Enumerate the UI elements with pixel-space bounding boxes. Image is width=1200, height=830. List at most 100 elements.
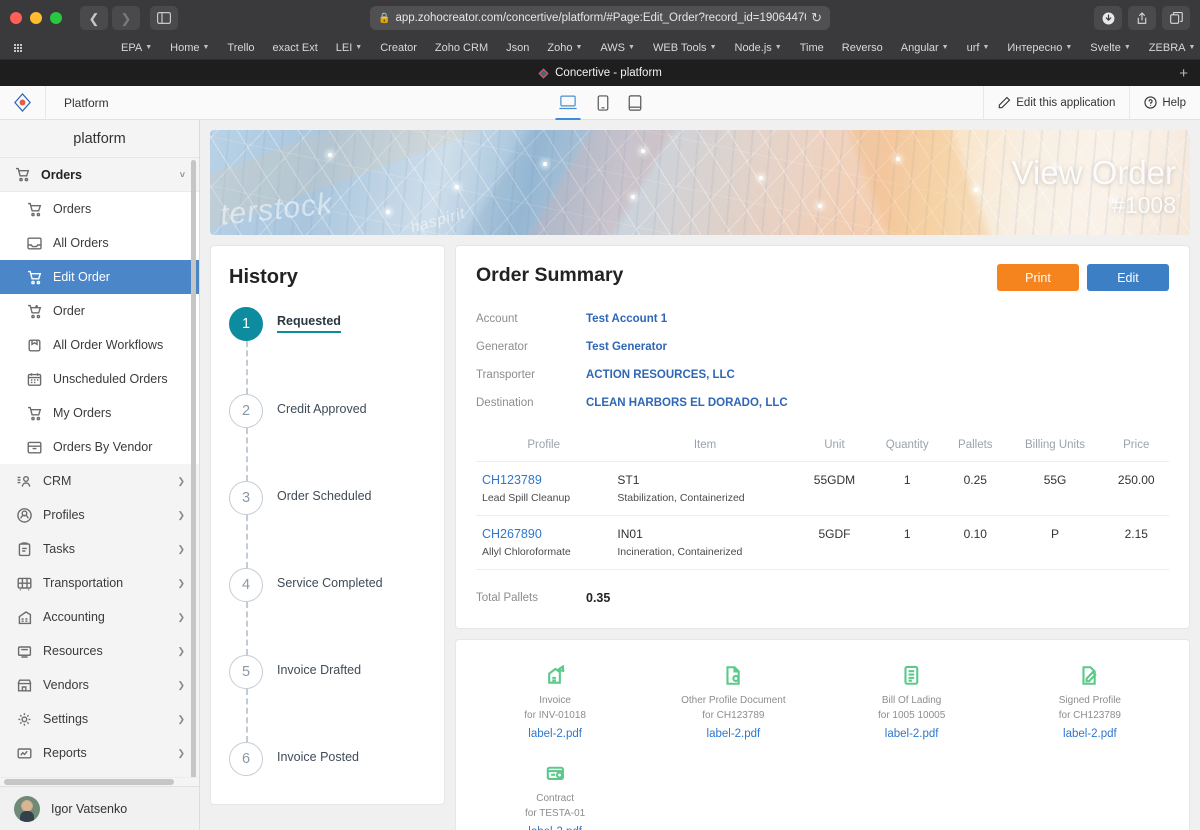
edit-button[interactable]: Edit [1087,264,1169,291]
bookmark--[interactable]: Интересно ▼ [998,42,1081,54]
apps-grid-icon[interactable] [14,43,22,52]
sidebar-item-transportation[interactable]: Transportation ❯ [0,566,199,600]
document-file-link[interactable]: label-2.pdf [827,728,997,740]
document-tile[interactable]: Other Profile Document for CH123789 label-… [644,654,822,752]
edit-application-button[interactable]: Edit this application [983,86,1129,120]
summary-field: Generator Test Generator [476,333,1169,361]
bookmark-creator[interactable]: Creator [371,42,426,54]
bookmark-node-js[interactable]: Node.js ▼ [726,42,791,54]
sidebar-item-settings[interactable]: Settings ❯ [0,702,199,736]
new-tab-button[interactable]: + [1179,65,1188,82]
sidebar-item-all-orders[interactable]: All Orders [0,226,199,260]
document-file-link[interactable]: label-2.pdf [470,826,640,830]
document-reference: for 1005 10005 [877,709,946,721]
summary-field: Transporter ACTION RESOURCES, LLC [476,361,1169,389]
bookmark-trello[interactable]: Trello [218,42,263,54]
field-value[interactable]: Test Generator [586,341,667,353]
bookmark-reverso[interactable]: Reverso [833,42,892,54]
bookmark-zebra[interactable]: ZEBRA ▼ [1140,42,1200,54]
document-file-link[interactable]: label-2.pdf [470,728,640,740]
history-step[interactable]: 5 Invoice Drafted [229,655,426,742]
documents-card: Invoice for INV-01018 label-2.pdf Other Pro… [455,639,1190,830]
column-header: Pallets [944,433,1007,462]
download-icon[interactable] [1094,6,1122,30]
sidebar-item-profiles[interactable]: Profiles ❯ [0,498,199,532]
history-step[interactable]: 2 Credit Approved [229,394,426,481]
history-step[interactable]: 6 Invoice Posted [229,742,426,782]
address-bar[interactable]: 🔒 app.zohocreator.com/concertive/platfor… [370,6,830,30]
share-icon[interactable] [1128,6,1156,30]
active-tab[interactable]: Concertive - platform [538,67,662,79]
close-window-button[interactable] [10,12,22,24]
calendar-icon [26,371,42,387]
bookmark-home[interactable]: Home ▼ [161,42,218,54]
creator-logo-icon[interactable] [0,86,46,120]
bookmark-epa[interactable]: EPA ▼ [112,42,161,54]
bookmark-urf[interactable]: urf ▼ [958,42,999,54]
tab-overview-icon[interactable] [1162,6,1190,30]
document-file-link[interactable]: label-2.pdf [1005,728,1175,740]
document-meta: Bill Of Lading for 1005 10005 [827,694,997,723]
field-value[interactable]: Test Account 1 [586,313,667,325]
sidebar-item-orders[interactable]: Orders [0,192,199,226]
bookmark-svelte[interactable]: Svelte ▼ [1081,42,1140,54]
phone-view-toggle[interactable] [595,86,612,120]
help-button[interactable]: Help [1129,86,1200,120]
tablet-view-toggle[interactable] [626,86,645,120]
sidebar-item-resources[interactable]: Resources ❯ [0,634,199,668]
history-step[interactable]: 4 Service Completed [229,568,426,655]
sidebar-user[interactable]: Igor Vatsenko [0,786,199,830]
desktop-view-toggle[interactable] [555,86,581,120]
minimize-window-button[interactable] [30,12,42,24]
document-file-link[interactable]: label-2.pdf [648,728,818,740]
document-tile[interactable]: Bill Of Lading for 1005 10005 label-2.pdf [823,654,1001,752]
bookmark-time[interactable]: Time [791,42,833,54]
bookmark-exact-ext[interactable]: exact Ext [264,42,327,54]
bookmark-lei[interactable]: LEI ▼ [327,42,371,54]
step-connector [245,689,248,742]
sidebar-item-reports[interactable]: Reports ❯ [0,736,199,770]
sidebar-section-label: Vendors [43,678,89,692]
bookmark-label: Time [799,41,824,54]
sidebar-item-all-order-workflows[interactable]: All Order Workflows [0,328,199,362]
document-reference: for TESTA-01 [525,807,586,819]
sidebar-vertical-scrollbar[interactable] [191,160,196,777]
bookmark-web-tools[interactable]: WEB Tools ▼ [644,42,726,54]
history-step[interactable]: 1 Requested [229,307,426,394]
sidebar-item-unscheduled-orders[interactable]: Unscheduled Orders [0,362,199,396]
browser-titlebar: ❮ ❯ 🔒 app.zohocreator.com/concertive/pla… [0,0,1200,36]
bookmark-label: Angular [900,41,939,54]
profile-link[interactable]: CH123789 [482,473,605,487]
bookmark-zoho-crm[interactable]: Zoho CRM [426,42,497,54]
history-step[interactable]: 3 Order Scheduled [229,481,426,568]
maximize-window-button[interactable] [50,12,62,24]
bookmark-json[interactable]: Json [497,42,538,54]
print-button[interactable]: Print [997,264,1079,291]
sidebar-item-edit-order[interactable]: Edit Order [0,260,199,294]
sidebar-toggle-icon[interactable] [150,6,178,30]
back-chevron-icon[interactable]: ❮ [80,6,108,30]
sidebar-item-crm[interactable]: CRM ❯ [0,464,199,498]
bookmark-aws[interactable]: AWS ▼ [591,42,644,54]
sidebar-item-my-orders[interactable]: My Orders [0,396,199,430]
bookmark-label: EPA [121,41,143,54]
document-tile[interactable]: Contract for TESTA-01 label-2.pdf [466,752,644,830]
sidebar-item-accounting[interactable]: Accounting ❯ [0,600,199,634]
bookmark-label: exact Ext [272,41,318,54]
sidebar-item-orders-by-vendor[interactable]: Orders By Vendor [0,430,199,464]
sidebar-horizontal-scrollbar[interactable] [4,779,174,785]
bookmark-zoho[interactable]: Zoho ▼ [538,42,591,54]
field-value[interactable]: CLEAN HARBORS EL DORADO, LLC [586,397,788,409]
bookmark-angular[interactable]: Angular ▼ [892,42,958,54]
sidebar-item-order[interactable]: Order [0,294,199,328]
sidebar-group-orders[interactable]: Orders ˅ [0,158,199,192]
forward-chevron-icon[interactable]: ❯ [112,6,140,30]
sidebar-item-tasks[interactable]: Tasks ❯ [0,532,199,566]
profile-description: Allyl Chloroformate [482,546,571,558]
document-tile[interactable]: Signed Profile for CH123789 label-2.pdf [1001,654,1179,752]
sidebar-item-vendors[interactable]: Vendors ❯ [0,668,199,702]
reload-icon[interactable]: ↻ [811,10,822,26]
field-value[interactable]: ACTION RESOURCES, LLC [586,369,735,381]
document-tile[interactable]: Invoice for INV-01018 label-2.pdf [466,654,644,752]
profile-link[interactable]: CH267890 [482,527,605,541]
